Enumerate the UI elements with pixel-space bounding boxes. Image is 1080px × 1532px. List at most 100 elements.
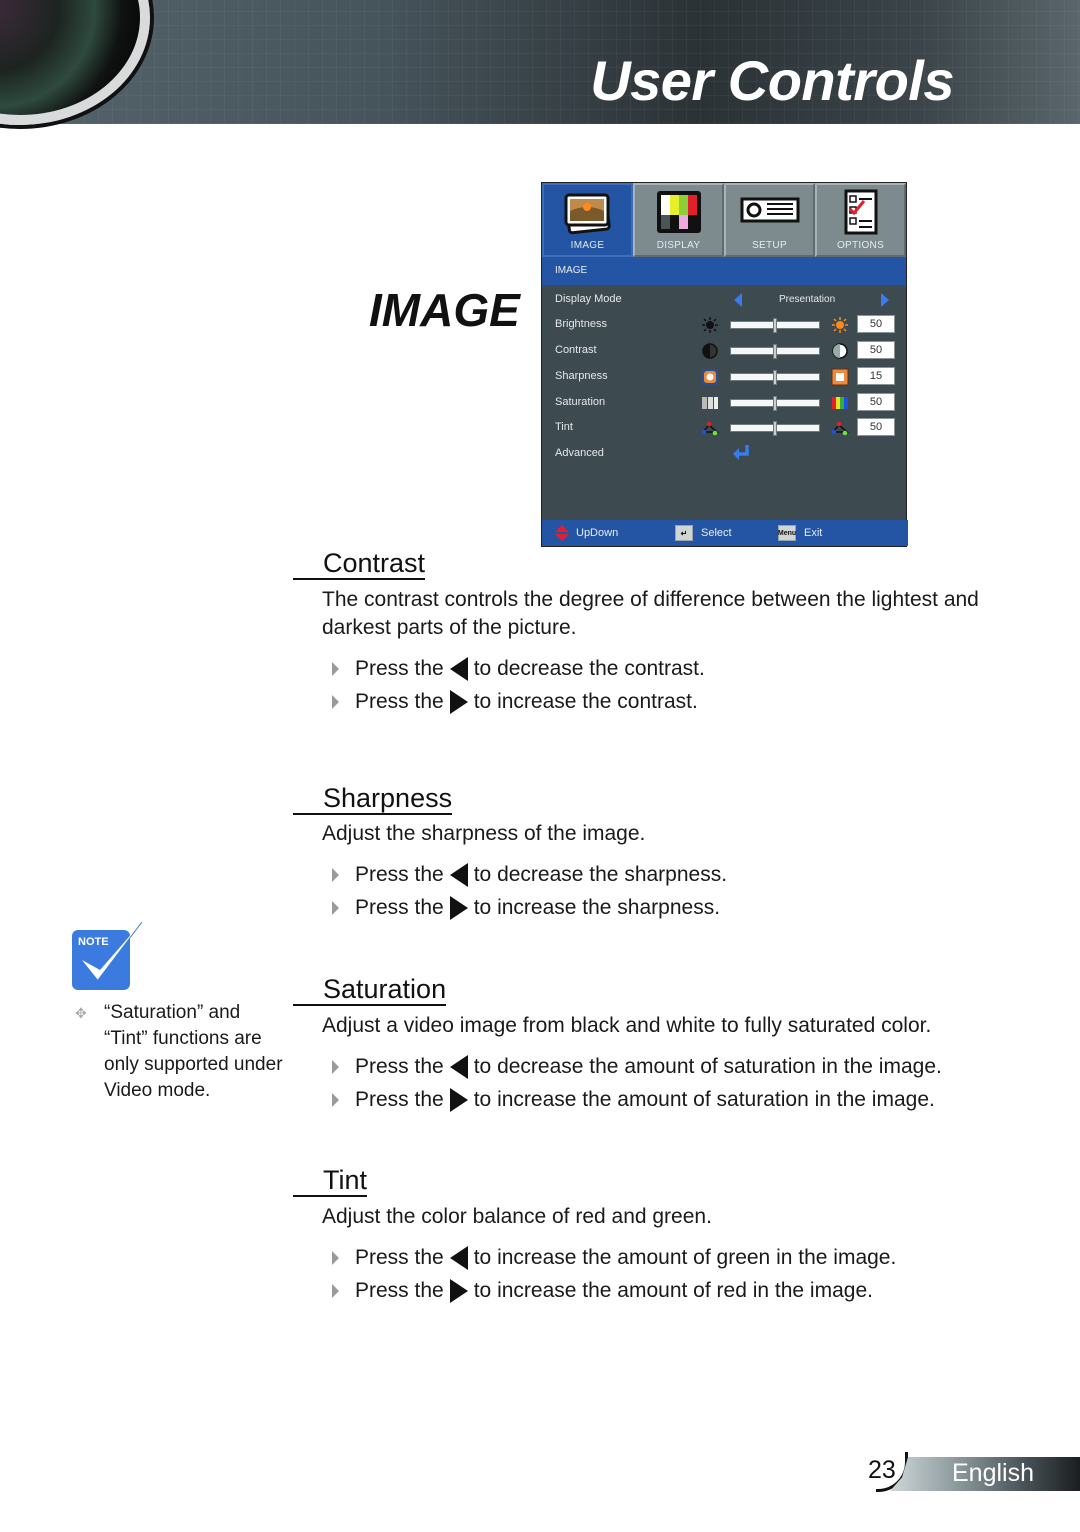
- image-icon: [564, 193, 611, 235]
- osd-row-advanced[interactable]: Advanced: [542, 443, 908, 465]
- osd-row-label: Saturation: [555, 396, 606, 408]
- footer-exit-label: Exit: [804, 527, 823, 539]
- updown-arrows-icon: [555, 525, 569, 541]
- osd-row-label: Sharpness: [555, 370, 608, 382]
- note-badge-text: NOTE: [78, 936, 109, 948]
- osd-tab-options[interactable]: OPTIONS: [815, 183, 906, 257]
- bullet-prefix: Press the: [355, 657, 444, 680]
- bullet-prefix: Press the: [355, 1246, 444, 1269]
- bullet-text: to increase the amount of red in the ima…: [473, 1279, 873, 1302]
- bullet-icon: [332, 1093, 339, 1107]
- osd-tab-setup[interactable]: SETUP: [724, 183, 815, 257]
- left-arrow-key-icon: [449, 1246, 468, 1270]
- footer-updown: UpDown: [554, 520, 618, 546]
- bullet-text: to increase the sharpness.: [473, 896, 721, 919]
- bullet-icon: [332, 662, 339, 676]
- osd-tab-label: OPTIONS: [836, 240, 885, 251]
- sun-orange-icon: [832, 317, 848, 333]
- osd-row-saturation[interactable]: Saturation 50: [542, 392, 908, 414]
- enter-key-icon: ↵: [675, 525, 693, 541]
- bullet-icon: [332, 1060, 339, 1074]
- note-check-icon: NOTE: [72, 922, 143, 990]
- tint-bullet: Press the to increase the amount of gree…: [332, 1244, 896, 1272]
- osd-footer: UpDown ↵ Select Menu Exit: [542, 520, 908, 546]
- brightness-value: 50: [857, 315, 895, 333]
- left-arrow-key-icon: [449, 863, 468, 887]
- projector-icon: [740, 197, 799, 223]
- osd-row-label: Brightness: [555, 318, 607, 330]
- osd-row-label: Display Mode: [555, 293, 622, 305]
- display-mode-value: Presentation: [779, 294, 836, 305]
- slider-knob[interactable]: [773, 318, 777, 333]
- osd-tab-bar: IMAGE DISPLAY SETUP OPTIONS: [542, 183, 906, 257]
- bullet-text: to decrease the amount of saturation in …: [473, 1055, 942, 1078]
- bullet-prefix: Press the: [355, 1055, 444, 1078]
- osd-row-brightness[interactable]: Brightness 50: [542, 314, 908, 336]
- enter-arrow-icon: [733, 445, 749, 460]
- slider-knob[interactable]: [773, 344, 777, 359]
- saturation-value: 50: [857, 393, 895, 411]
- sharpness-value: 15: [857, 367, 895, 385]
- slider-knob[interactable]: [773, 396, 777, 411]
- sharpness-description: Adjust the sharpness of the image.: [322, 822, 646, 845]
- osd-row-contrast[interactable]: Contrast 50: [542, 340, 908, 362]
- footer-select-label: Select: [701, 527, 732, 539]
- osd-row-tint[interactable]: Tint 50: [542, 417, 908, 439]
- bullet-prefix: Press the: [355, 690, 444, 713]
- contrast-slider[interactable]: [730, 344, 820, 359]
- left-arrow-key-icon: [449, 657, 468, 681]
- tint-slider[interactable]: [730, 421, 820, 436]
- sun-dark-icon: [702, 317, 718, 333]
- contrast-heading: Contrast: [293, 548, 426, 580]
- contrast-light-icon: [832, 343, 848, 359]
- right-arrow-key-icon: [449, 1279, 468, 1303]
- bullet-prefix: Press the: [355, 863, 444, 886]
- section-title: IMAGE: [369, 284, 520, 336]
- right-arrow-key-icon: [449, 690, 468, 714]
- contrast-description: The contrast controls the degree of diff…: [322, 588, 979, 639]
- saturation-color-icon: [832, 397, 848, 409]
- contrast-value: 50: [857, 341, 895, 359]
- brightness-slider[interactable]: [730, 318, 820, 333]
- osd-tab-label: DISPLAY: [656, 240, 701, 251]
- contrast-bullet: Press the to increase the contrast.: [332, 688, 698, 716]
- slider-knob[interactable]: [773, 421, 777, 436]
- left-arrow-key-icon: [449, 1055, 468, 1079]
- bullet-prefix: Press the: [355, 1279, 444, 1302]
- color-bars-icon: [656, 191, 701, 233]
- osd-menu: IMAGE DISPLAY SETUP OPTIONS IMAGE Displa…: [541, 182, 908, 547]
- note-text: “Saturation” and “Tint” functions are on…: [104, 1002, 283, 1101]
- bullet-icon: [332, 1251, 339, 1265]
- tint-value: 50: [857, 418, 895, 436]
- bullet-icon: [332, 695, 339, 709]
- saturation-bullet: Press the to increase the amount of satu…: [332, 1086, 935, 1114]
- bullet-prefix: Press the: [355, 896, 444, 919]
- tint-bullet: Press the to increase the amount of red …: [332, 1277, 873, 1305]
- saturation-bullet: Press the to decrease the amount of satu…: [332, 1053, 942, 1081]
- osd-row-sharpness[interactable]: Sharpness 15: [542, 366, 908, 388]
- tint-icon: [701, 421, 719, 436]
- slider-knob[interactable]: [773, 370, 777, 385]
- arrow-right-icon[interactable]: [881, 293, 889, 307]
- bullet-icon: [332, 1284, 339, 1298]
- sharpness-bullet: Press the to decrease the sharpness.: [332, 861, 727, 889]
- osd-subheader: IMAGE: [542, 257, 906, 285]
- arrow-left-icon[interactable]: [734, 293, 742, 307]
- osd-tab-label: SETUP: [752, 240, 787, 251]
- sharpness-slider[interactable]: [730, 370, 820, 385]
- footer-select: ↵ Select: [675, 520, 732, 546]
- right-arrow-key-icon: [449, 1088, 468, 1112]
- sharpness-sharp-icon: [831, 368, 849, 386]
- osd-row-label: Tint: [555, 421, 573, 433]
- osd-tab-display[interactable]: DISPLAY: [633, 183, 724, 257]
- tint-icon: [831, 421, 849, 436]
- osd-tab-image[interactable]: IMAGE: [542, 183, 633, 257]
- note-bullet-icon: ✥: [75, 1005, 87, 1021]
- osd-row-display-mode[interactable]: Display Mode Presentation: [542, 289, 908, 311]
- saturation-slider[interactable]: [730, 396, 820, 411]
- footer-exit: Menu Exit: [778, 520, 822, 546]
- bullet-text: to decrease the contrast.: [473, 657, 705, 680]
- tint-heading: Tint: [293, 1165, 368, 1197]
- osd-tab-label: IMAGE: [570, 240, 605, 251]
- osd-row-label: Contrast: [555, 344, 597, 356]
